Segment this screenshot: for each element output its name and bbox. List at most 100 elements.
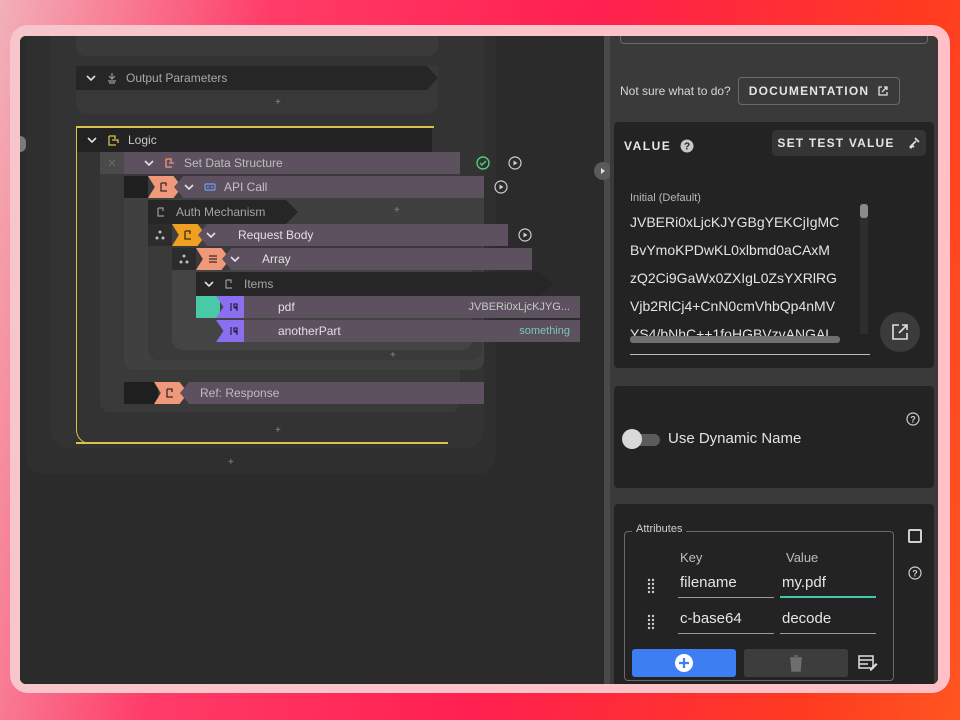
add-output-button[interactable]: + <box>275 98 281 108</box>
set-data-structure-node[interactable]: Set Data Structure <box>124 152 460 174</box>
toggle-knob[interactable] <box>622 429 642 449</box>
api-icon <box>204 181 216 193</box>
logic-block-bottom <box>76 442 448 444</box>
help-text: Not sure what to do? <box>620 84 731 98</box>
vertical-scrollbar[interactable] <box>860 204 868 334</box>
value-underline <box>630 354 870 355</box>
output-icon <box>106 72 118 84</box>
another-part-value: something <box>519 325 570 337</box>
svg-text:?: ? <box>684 142 690 153</box>
horizontal-scrollbar[interactable] <box>630 336 862 343</box>
flow-canvas[interactable]: Output Parameters + Logic Set Data Struc… <box>20 36 604 684</box>
attribute-key-input[interactable]: filename <box>678 574 774 598</box>
documentation-label: DOCUMENTATION <box>748 84 870 98</box>
add-auth-button[interactable]: + <box>394 206 400 216</box>
chevron-down-icon[interactable] <box>204 279 214 289</box>
chevron-right-icon <box>601 168 605 174</box>
add-item-button[interactable]: + <box>390 351 396 361</box>
request-body-gutter <box>148 224 172 246</box>
attributes-checkbox[interactable] <box>908 529 922 543</box>
chevron-down-icon[interactable] <box>86 73 96 83</box>
scrollbar-thumb[interactable] <box>860 204 868 218</box>
scrollbar-thumb[interactable] <box>630 336 840 343</box>
hierarchy-icon <box>179 254 189 264</box>
auth-mechanism-header[interactable]: Auth Mechanism <box>148 200 298 224</box>
add-circle-icon <box>675 654 693 672</box>
delete-attribute-button[interactable] <box>744 649 848 677</box>
logic-icon <box>107 134 120 147</box>
array-gutter <box>172 248 196 270</box>
value-line: zQ2Ci9GaWx0ZXIgL0ZsYXRlRG <box>630 270 837 286</box>
dynamic-name-card: Use Dynamic Name ? <box>614 386 934 488</box>
top-stub <box>76 36 438 56</box>
add-attribute-button[interactable] <box>632 649 736 677</box>
api-call-node[interactable]: API Call <box>174 176 484 198</box>
pdf-value: JVBERi0xLjcKJYG... <box>468 301 570 313</box>
data-structure-icon <box>164 157 176 169</box>
help-outline-icon[interactable]: ? <box>908 566 922 585</box>
chevron-down-icon[interactable] <box>230 254 240 264</box>
play-icon[interactable] <box>494 180 508 194</box>
properties-panel: Not sure what to do? DOCUMENTATION VALUE… <box>610 36 938 684</box>
initial-default-label: Initial (Default) <box>630 192 701 204</box>
output-parameters-header[interactable]: Output Parameters <box>76 66 438 90</box>
structure-icon <box>160 182 167 192</box>
drag-handle-icon[interactable] <box>646 578 656 594</box>
hierarchy-icon <box>155 230 165 240</box>
attributes-card: Attributes Key Value filename my.pdf c-b… <box>614 504 934 684</box>
open-editor-button[interactable] <box>880 312 920 352</box>
structure-icon <box>184 230 191 240</box>
attribute-key-input[interactable]: c-base64 <box>678 610 774 634</box>
value-line: JVBERi0xLjcKJYGBgYEKCjIgMC <box>630 214 840 230</box>
ref-response-label: Ref: Response <box>200 386 280 400</box>
chevron-down-icon[interactable] <box>206 230 216 240</box>
logic-header[interactable]: Logic <box>76 128 432 152</box>
set-test-value-label: SET TEST VALUE <box>777 136 895 150</box>
attribute-value-input[interactable]: my.pdf <box>780 574 876 598</box>
list-icon <box>209 255 217 263</box>
trash-icon <box>790 655 802 672</box>
structure-icon <box>156 206 168 218</box>
play-icon[interactable] <box>518 228 532 242</box>
drag-icon[interactable] <box>107 158 117 168</box>
play-icon[interactable] <box>508 156 522 170</box>
help-outline-icon[interactable]: ? <box>906 412 920 431</box>
svg-text:?: ? <box>912 569 918 579</box>
auth-mechanism-label: Auth Mechanism <box>176 205 266 219</box>
value-card: VALUE ? SET TEST VALUE Initial (Default)… <box>614 122 934 368</box>
chevron-down-icon[interactable] <box>87 135 97 145</box>
drag-handle-icon[interactable] <box>646 614 656 630</box>
value-line: Vjb2RlCj4+CnN0cmVhbQp4nMV <box>630 298 836 314</box>
external-link-icon <box>878 86 888 96</box>
pdf-node[interactable]: pdf JVBERi0xLjcKJYG... <box>244 296 580 318</box>
value-textarea[interactable]: JVBERi0xLjcKJYGBgYEKCjIgMC BvYmoKPDwKL0x… <box>630 208 862 340</box>
array-label: Array <box>262 252 291 266</box>
set-data-structure-label: Set Data Structure <box>184 156 283 170</box>
key-header: Key <box>680 550 703 565</box>
ref-response-gutter <box>124 382 158 404</box>
another-part-node[interactable]: anotherPart something <box>244 320 580 342</box>
logic-label: Logic <box>128 133 157 147</box>
items-header[interactable]: Items <box>196 272 554 296</box>
edit-table-icon[interactable] <box>858 654 878 677</box>
set-test-value-button[interactable]: SET TEST VALUE <box>772 130 926 156</box>
top-field[interactable] <box>620 36 928 44</box>
chevron-down-icon[interactable] <box>144 158 154 168</box>
add-step-button[interactable]: + <box>228 458 234 468</box>
dynamic-name-label: Use Dynamic Name <box>668 430 802 447</box>
api-call-gutter <box>124 176 148 198</box>
value-header: Value <box>786 550 819 565</box>
array-node[interactable]: Array <box>222 248 532 270</box>
output-parameters-label: Output Parameters <box>126 71 228 85</box>
documentation-button[interactable]: DOCUMENTATION <box>738 77 900 105</box>
check-circle-icon <box>476 156 490 170</box>
chevron-down-icon[interactable] <box>184 182 194 192</box>
request-body-node[interactable]: Request Body <box>198 224 508 246</box>
attributes-legend: Attributes <box>632 523 687 535</box>
ref-response-node[interactable]: Ref: Response <box>180 382 484 404</box>
add-logic-step-button[interactable]: + <box>275 426 281 436</box>
app-window: Output Parameters + Logic Set Data Struc… <box>20 36 938 684</box>
request-body-label: Request Body <box>238 228 314 242</box>
attribute-value-input[interactable]: decode <box>780 610 876 634</box>
help-icon[interactable]: ? <box>680 139 694 158</box>
